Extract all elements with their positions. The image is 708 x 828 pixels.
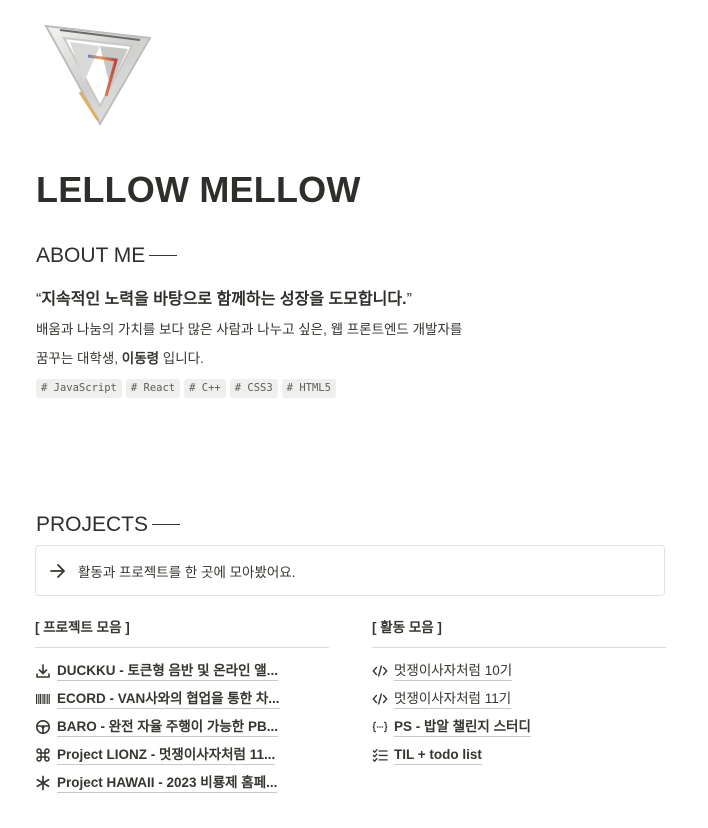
command-icon bbox=[35, 747, 51, 763]
code-icon bbox=[372, 691, 388, 707]
code-icon bbox=[372, 663, 388, 679]
about-quote: “지속적인 노력을 바탕으로 함께하는 성장을 도모합니다.” bbox=[36, 288, 412, 312]
tag-javascript: # JavaScript bbox=[36, 379, 122, 398]
project-label: DUCKKU - 토큰형 음반 및 온라인 앨... bbox=[57, 662, 278, 681]
tag-react: # React bbox=[125, 379, 181, 398]
quote-text: 지속적인 노력을 바탕으로 함께하는 성장을 도모합니다. bbox=[41, 291, 407, 308]
projects-heading: PROJECTS bbox=[36, 511, 181, 539]
activity-link-til[interactable]: TIL + todo list bbox=[372, 744, 482, 766]
projects-column-header: [ 프로젝트 모음 ] bbox=[35, 618, 329, 648]
about-line-2-prefix: 꿈꾸는 대학생, bbox=[36, 351, 122, 366]
callout-text: 활동과 프로젝트를 한 곳에 모아봤어요. bbox=[78, 564, 296, 580]
project-label: Project LIONZ - 멋쟁이사자처럼 11... bbox=[57, 746, 276, 765]
about-heading: ABOUT ME bbox=[36, 242, 178, 270]
project-link-duckku[interactable]: DUCKKU - 토큰형 음반 및 온라인 앨... bbox=[35, 660, 278, 682]
about-line-1: 배움과 나눔의 가치를 보다 많은 사람과 나누고 싶은, 웹 프론트엔드 개발… bbox=[36, 322, 463, 337]
activity-label: 멋쟁이사자처럼 10기 bbox=[394, 662, 513, 681]
activity-label: PS - 밥알 챌린지 스터디 bbox=[394, 718, 531, 737]
projects-callout: 활동과 프로젝트를 한 곳에 모아봤어요. bbox=[35, 545, 665, 596]
asterisk-icon bbox=[35, 775, 51, 791]
about-heading-text: ABOUT ME bbox=[36, 244, 146, 267]
project-link-ecord[interactable]: ECORD - VAN사와의 협업을 통한 차... bbox=[35, 688, 280, 710]
barcode-icon bbox=[35, 691, 51, 707]
checklist-icon bbox=[372, 747, 388, 763]
tag-cpp: # C++ bbox=[184, 379, 226, 398]
project-label: Project HAWAII - 2023 비룡제 홈페... bbox=[57, 774, 278, 793]
download-icon bbox=[35, 663, 51, 679]
activity-link-ps-study[interactable]: PS - 밥알 챌린지 스터디 bbox=[372, 716, 531, 738]
activities-column: [ 활동 모음 ] 멋쟁이사자처럼 10기 멋쟁이사자처럼 11기 PS - 밥… bbox=[372, 618, 666, 828]
page-logo-icon bbox=[40, 16, 156, 128]
heading-dash bbox=[149, 254, 178, 256]
projects-heading-text: PROJECTS bbox=[36, 513, 149, 536]
activity-link-likelion-10[interactable]: 멋쟁이사자처럼 10기 bbox=[372, 660, 513, 682]
notion-page: LELLOW MELLOW ABOUT ME “지속적인 노력을 바탕으로 함께… bbox=[0, 0, 708, 823]
arrow-right-icon bbox=[48, 561, 68, 581]
project-link-baro[interactable]: BARO - 완전 자율 주행이 가능한 PB... bbox=[35, 716, 278, 738]
project-label: BARO - 완전 자율 주행이 가능한 PB... bbox=[57, 718, 278, 737]
activities-column-header: [ 활동 모음 ] bbox=[372, 618, 666, 648]
code-braces-icon bbox=[372, 719, 388, 735]
project-link-lionz[interactable]: Project LIONZ - 멋쟁이사자처럼 11... bbox=[35, 744, 276, 766]
quote-close: ” bbox=[406, 291, 412, 308]
activity-label: TIL + todo list bbox=[394, 746, 482, 765]
tag-css3: # CSS3 bbox=[229, 379, 278, 398]
about-line-2-suffix: 입니다. bbox=[159, 351, 204, 366]
tech-tags: # JavaScript # React # C++ # CSS3 # HTML… bbox=[36, 379, 336, 398]
project-link-hawaii[interactable]: Project HAWAII - 2023 비룡제 홈페... bbox=[35, 772, 278, 794]
project-label: ECORD - VAN사와의 협업을 통한 차... bbox=[57, 690, 280, 709]
heading-dash bbox=[152, 523, 181, 525]
tag-html5: # HTML5 bbox=[281, 379, 336, 398]
about-line-2: 꿈꾸는 대학생, 이동령 입니다. bbox=[36, 349, 204, 369]
activity-link-likelion-11[interactable]: 멋쟁이사자처럼 11기 bbox=[372, 688, 512, 710]
author-name: 이동령 bbox=[121, 351, 160, 366]
steering-wheel-icon bbox=[35, 719, 51, 735]
page-title: LELLOW MELLOW bbox=[36, 169, 361, 210]
projects-column: [ 프로젝트 모음 ] DUCKKU - 토큰형 음반 및 온라인 앨... E… bbox=[35, 618, 329, 828]
activity-label: 멋쟁이사자처럼 11기 bbox=[394, 690, 512, 709]
